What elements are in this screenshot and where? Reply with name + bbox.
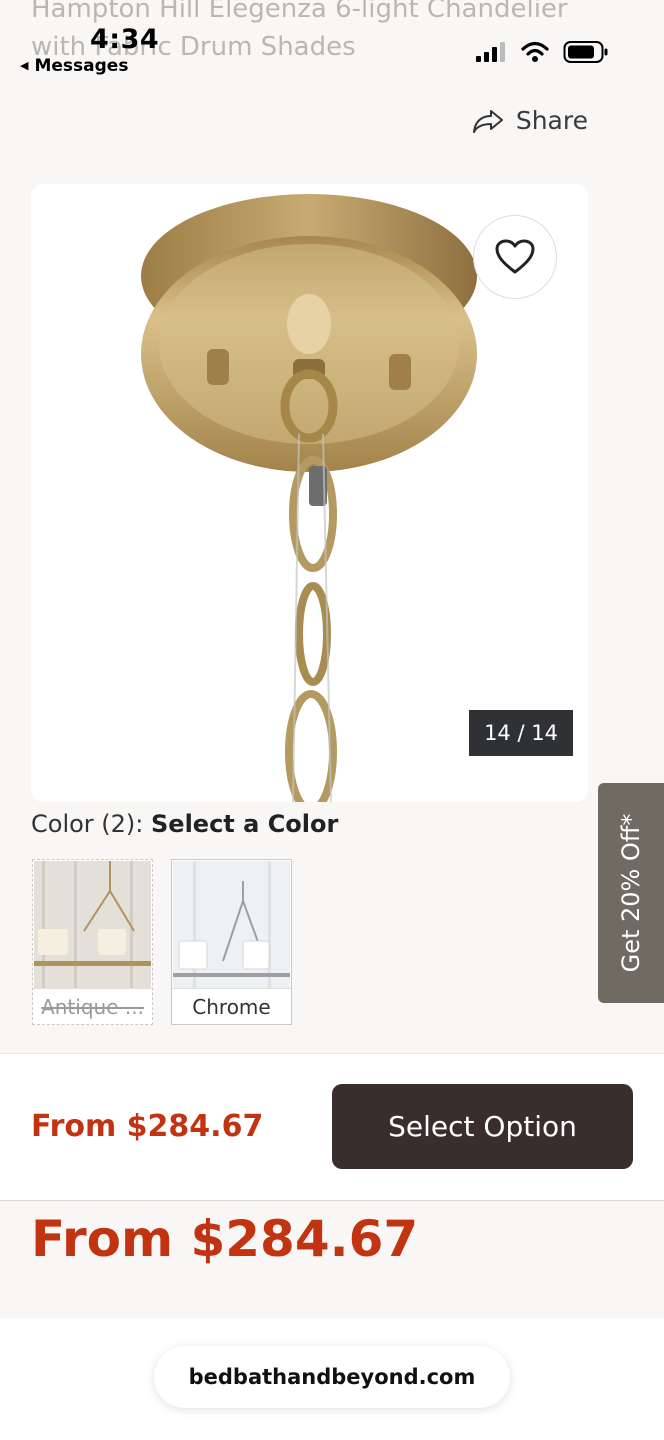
share-icon [472,109,503,133]
swatch-label: Chrome [172,988,291,1024]
color-selector-label: Color (2): Select a Color [31,810,338,838]
battery-icon [563,41,608,63]
product-price: From $284.67 [31,1210,419,1268]
back-app-label: Messages [34,56,129,76]
signal-icon [476,42,505,62]
color-prompt: Select a Color [151,810,339,838]
status-icons [475,40,609,64]
browser-url-bar[interactable]: bedbathandbeyond.com [154,1346,510,1408]
image-counter: 14 / 14 [469,710,573,756]
sticky-price: From $284.67 [31,1109,264,1144]
share-label: Share [515,106,588,135]
discount-promo-tab[interactable]: Get 20% Off* [598,783,664,1003]
select-option-button[interactable]: Select Option [332,1084,633,1169]
sticky-purchase-bar: From $284.67 Select Option [0,1053,664,1201]
status-bar: 4:34 ◀ Messages [0,0,664,80]
promo-label: Get 20% Off* [617,813,645,973]
back-triangle-icon: ◀ [20,59,29,72]
back-to-app-link[interactable]: ◀ Messages [20,56,128,76]
heart-icon [495,239,535,274]
favorite-button[interactable] [473,215,557,299]
color-swatch-chrome[interactable]: Chrome [171,859,292,1025]
swatch-thumbnail [173,861,290,989]
wifi-icon [521,41,549,62]
product-image-gallery[interactable]: 14 / 14 [31,184,588,802]
swatch-label: Antique ... [33,988,152,1024]
swatch-thumbnail [34,861,151,989]
share-button[interactable]: Share [472,106,588,135]
color-count-label: Color (2): [31,810,144,838]
color-swatch-antique[interactable]: Antique ... [32,859,153,1025]
status-time: 4:34 [90,24,160,55]
